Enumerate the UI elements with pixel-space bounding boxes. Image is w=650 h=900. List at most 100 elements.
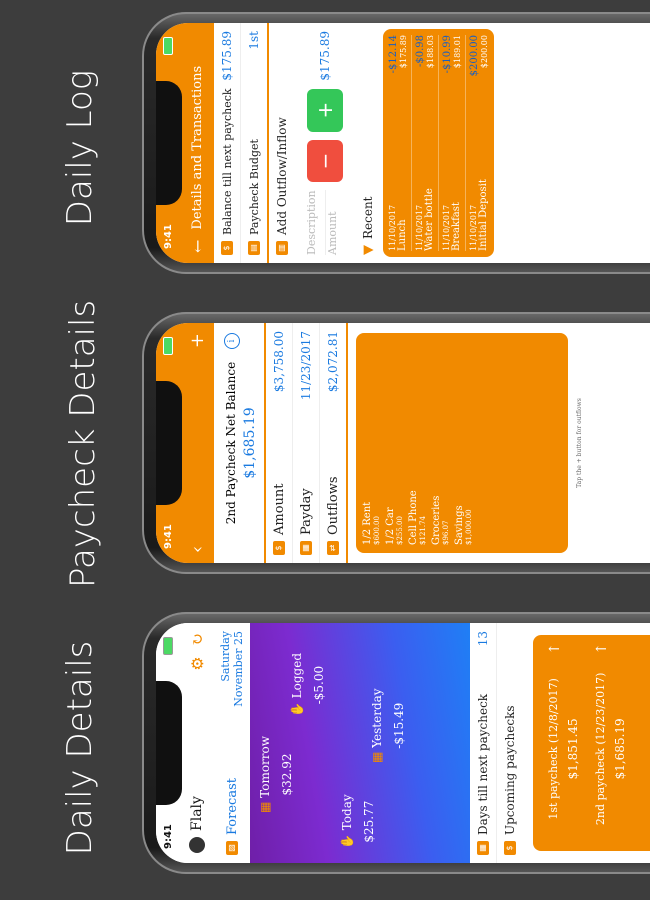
upcoming-label: Upcoming paychecks	[503, 705, 517, 836]
outflow-value: $1,000.00	[465, 509, 473, 545]
profile-avatar-icon[interactable]	[189, 837, 205, 853]
battery-icon	[163, 637, 173, 655]
net-balance-value: $1,685.19	[242, 407, 258, 479]
transaction-row[interactable]: 11/10/2017 Initial Deposit $200.00 $200.00	[466, 35, 492, 251]
transaction-row[interactable]: 11/10/2017 Breakfast -$10.99 $189.01	[439, 35, 466, 251]
add-label: Add Outflow/Inflow	[275, 117, 289, 235]
paycheck-details-panel: Paycheck Details 9:41 ‹ + 2nd Paycheck N…	[0, 300, 650, 600]
budget-value: 1st	[247, 31, 261, 50]
daily-details-panel: Daily Details 9:41 Flaly ⚙ ↻ ▨ Forecast …	[0, 600, 650, 900]
today-label: Today	[340, 794, 354, 831]
forecast-icon: ▨	[226, 841, 238, 855]
page-title: Details and Transactions	[189, 65, 205, 230]
amount-label: Amount	[271, 483, 287, 535]
upcoming-row: $ Upcoming paychecks	[497, 623, 523, 863]
remove-button[interactable]: −	[307, 139, 343, 183]
money-icon: $	[273, 541, 285, 555]
paycheck-value: $1,851.45	[566, 718, 580, 780]
logged-value: -$5.00	[312, 665, 326, 705]
today-block: ✋ Today $25.77	[340, 794, 376, 849]
transaction-row[interactable]: 11/10/2017 Lunch -$12.14 $175.89	[385, 35, 412, 251]
paycheck-item[interactable]: 2nd paycheck (12/23/2017) $1,685.19 ↑	[594, 643, 627, 843]
days-label: Days till next paycheck	[476, 693, 490, 835]
today-value: $25.77	[362, 800, 376, 843]
transaction-balance: $175.89	[399, 35, 408, 69]
tomorrow-value: $32.92	[280, 753, 294, 796]
budget-icon: ▤	[248, 241, 260, 255]
phone-screen: 9:41 ‹ + 2nd Paycheck Net Balance $1,685…	[156, 323, 650, 563]
outflow-name: 1/2 Car	[385, 507, 396, 545]
transaction-balance: $189.01	[453, 35, 462, 69]
transaction-row[interactable]: 11/10/2017 Water bottle -$0.98 $188.03	[412, 35, 439, 251]
transactions-list: 11/10/2017 Lunch -$12.14 $175.89 11/10/201…	[383, 29, 494, 257]
payday-label: Payday	[298, 488, 314, 535]
arrow-up-icon: ↑	[547, 643, 563, 655]
balance-value: $175.89	[220, 31, 234, 81]
outflows-value: $2,072.81	[326, 331, 340, 393]
paycheck-label: 2nd paycheck (12/23/2017)	[594, 672, 607, 826]
calendar-icon: ▦	[258, 797, 272, 813]
outflow-item[interactable]: 1/2 Rent $600.00	[362, 341, 381, 545]
document-icon: ▥	[276, 241, 288, 255]
days-value: 13	[476, 631, 490, 647]
caption-daily-log: Daily Log	[60, 69, 100, 227]
outflow-item[interactable]: Cell Phone $121.74	[408, 341, 427, 545]
date-day: November 25	[232, 631, 245, 707]
outflow-icon: ⇄	[327, 541, 339, 555]
add-outflow-button[interactable]: +	[187, 333, 208, 348]
yesterday-label: Yesterday	[370, 688, 384, 748]
recent-row: ▼ Recent	[355, 23, 381, 263]
paycheck-item[interactable]: 1st paycheck (12/8/2017) $1,851.45 ↑	[547, 643, 580, 843]
forecast-link[interactable]: Forecast	[225, 778, 240, 835]
yesterday-block: ▦ Yesterday -$15.49	[370, 688, 406, 763]
paycheck-label: 1st paycheck (12/8/2017)	[547, 678, 560, 820]
refresh-icon[interactable]: ↻	[188, 633, 207, 646]
add-row: ▥ Add Outflow/Inflow	[269, 23, 295, 263]
outflow-value: $96.07	[442, 520, 450, 546]
transaction-amount: $200.00	[469, 35, 480, 77]
outflow-value: $600.00	[373, 516, 381, 545]
phone-frame: 9:41 Flaly ⚙ ↻ ▨ Forecast Saturday Novembe	[142, 612, 650, 874]
description-input[interactable]: Description	[304, 190, 326, 255]
outflows-hint: Tap the + button for outflows	[576, 398, 583, 488]
outflow-name: Cell Phone	[408, 490, 419, 545]
info-icon[interactable]: i	[224, 333, 240, 349]
budget-row[interactable]: ▤ Paycheck Budget 1st	[241, 23, 269, 263]
tomorrow-label: Tomorrow	[258, 735, 272, 798]
transaction-name: Breakfast	[451, 202, 462, 251]
calendar-icon: ▦	[370, 747, 384, 763]
outflows-row: ⇄ Outflows $2,072.81	[320, 323, 348, 563]
battery-icon	[163, 37, 173, 55]
outflow-item[interactable]: 1/2 Car $255.00	[385, 341, 404, 545]
status-time: 9:41	[162, 524, 174, 549]
phone-notch	[156, 681, 182, 805]
logged-block: ✋ Logged -$5.00	[290, 653, 326, 717]
transaction-name: Water bottle	[424, 188, 435, 251]
outflow-item[interactable]: Groceries $96.07	[431, 341, 450, 545]
nav-bar: ‹ +	[180, 323, 214, 563]
balance-row: $ Balance till next paycheck $175.89	[214, 23, 241, 263]
date-weekday: Saturday	[219, 631, 232, 682]
back-arrow-icon[interactable]: ←	[188, 240, 207, 253]
forecast-gradient-panel: ▦ Tomorrow $32.92 ✋ Logged -$5.00 ✋ Toda…	[250, 623, 470, 863]
amount-row[interactable]: $ Amount $3,758.00	[266, 323, 293, 563]
transaction-balance: $200.00	[480, 35, 489, 69]
payday-row[interactable]: ▦ Payday 11/23/2017	[293, 323, 320, 563]
calendar-icon: ▦	[300, 541, 312, 555]
amount-display: $175.89	[318, 31, 332, 81]
amount-value: $3,758.00	[272, 331, 286, 393]
net-balance-label: 2nd Paycheck Net Balance	[224, 361, 238, 525]
gear-icon[interactable]: ⚙	[188, 656, 207, 670]
add-button[interactable]: +	[307, 88, 343, 132]
battery-icon	[163, 337, 173, 355]
transaction-date: 11/10/2017	[442, 204, 451, 251]
chevron-left-icon[interactable]: ‹	[187, 546, 208, 553]
outflow-name: 1/2 Rent	[362, 501, 373, 545]
transaction-date: 11/10/2017	[469, 204, 478, 251]
transaction-name: Initial Deposit	[478, 179, 489, 251]
tomorrow-block: ▦ Tomorrow $32.92	[258, 736, 294, 813]
money-icon: $	[221, 241, 233, 255]
amount-input[interactable]: Amount	[326, 190, 346, 255]
budget-label: Paycheck Budget	[247, 139, 261, 235]
outflow-item[interactable]: Savings $1,000.00	[454, 341, 473, 545]
